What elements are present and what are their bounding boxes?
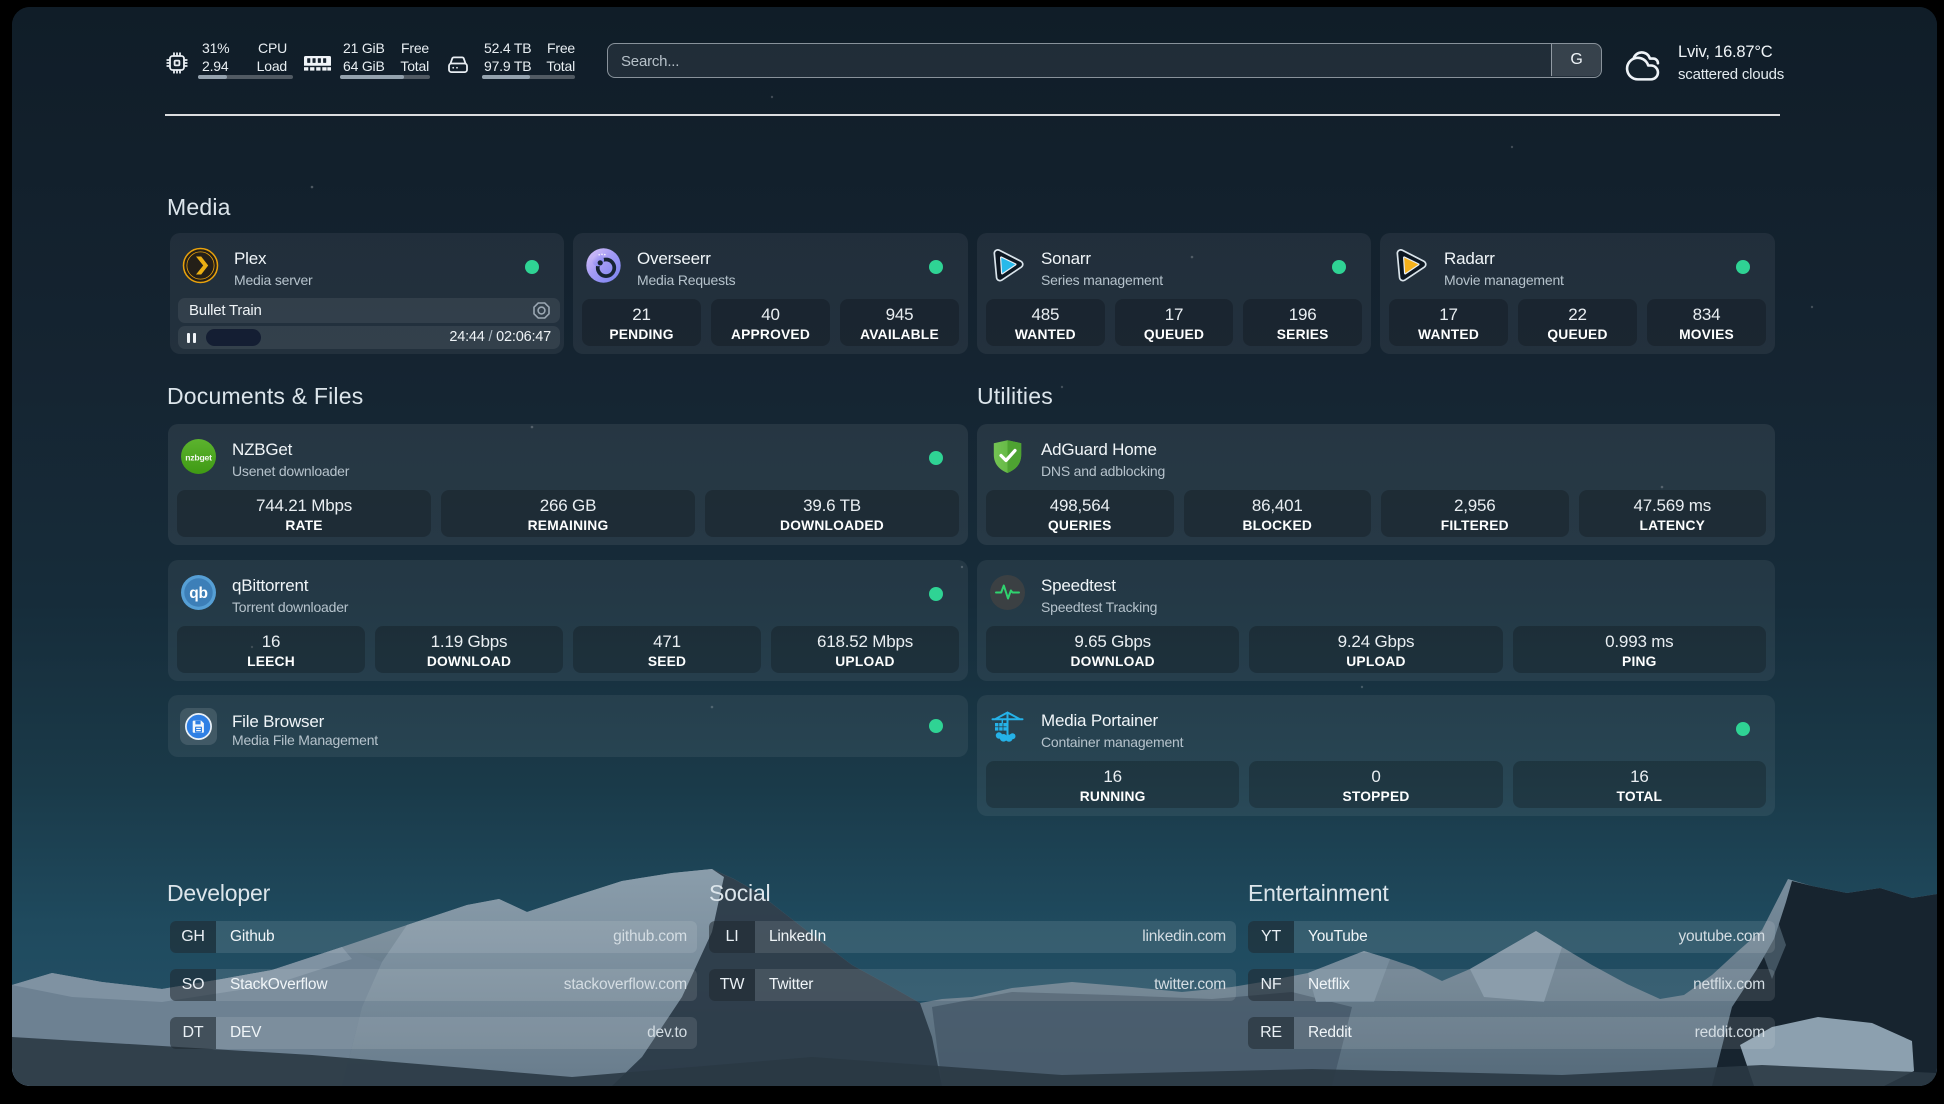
- svg-text:qb: qb: [189, 585, 208, 602]
- svg-text:nzbget: nzbget: [185, 453, 212, 463]
